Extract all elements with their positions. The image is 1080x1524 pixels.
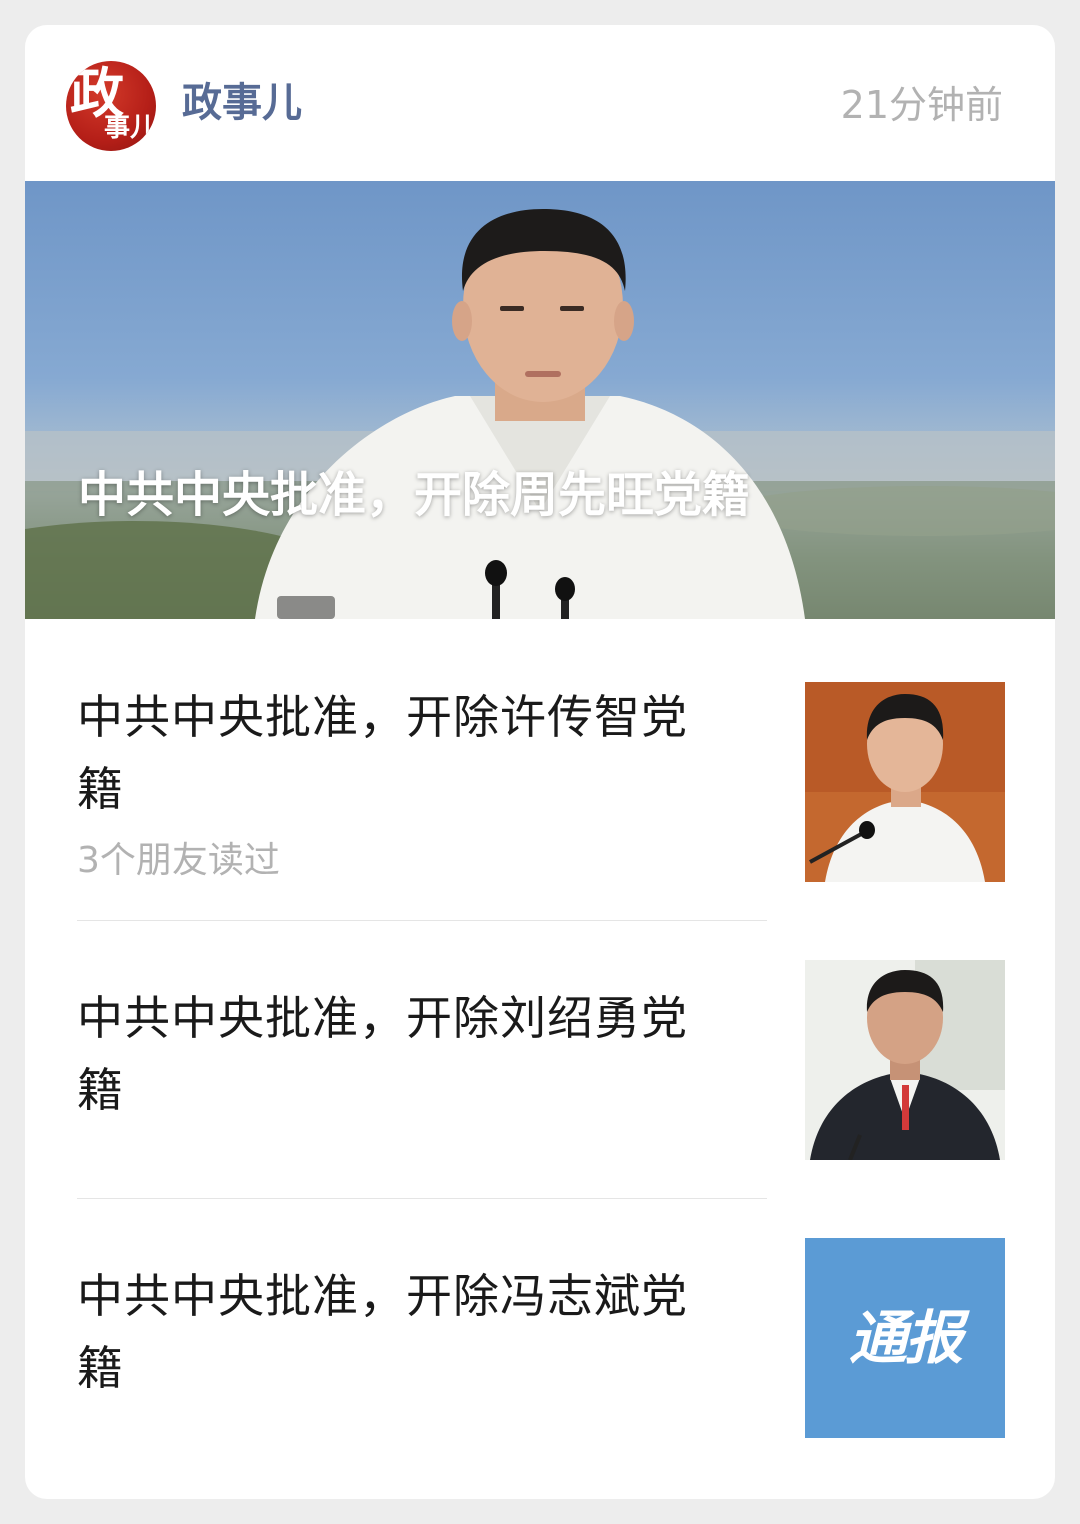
- article-thumbnail: [805, 960, 1005, 1160]
- account-logo[interactable]: 政 事儿: [66, 61, 156, 151]
- list-item[interactable]: 中共中央批准，开除许传智党 籍 3个朋友读过: [25, 619, 1055, 919]
- notice-badge-text: 通报: [848, 1304, 963, 1372]
- article-thumbnail: 通报: [805, 1238, 1005, 1438]
- article-title: 中共中央批准，开除冯志斌党 籍: [77, 1260, 777, 1404]
- list-item[interactable]: 中共中央批准，开除刘绍勇党 籍: [25, 920, 1055, 1198]
- hero-article[interactable]: 中共中央批准，开除周先旺党籍: [25, 181, 1055, 619]
- article-title-line: 籍: [77, 1063, 124, 1117]
- article-thumbnail: [805, 682, 1005, 882]
- article-title-line: 中共中央批准，开除冯志斌党: [77, 1269, 688, 1323]
- article-title-line: 中共中央批准，开除许传智党: [77, 690, 688, 744]
- article-title: 中共中央批准，开除刘绍勇党 籍: [77, 982, 777, 1126]
- article-title-line: 中共中央批准，开除刘绍勇党: [77, 991, 688, 1045]
- hero-title: 中共中央批准，开除周先旺党籍: [78, 467, 751, 523]
- article-title: 中共中央批准，开除许传智党 籍: [77, 681, 777, 825]
- article-card: 政 事儿 政事儿 21分钟前 中共中央批准，开除周先旺党籍 中共中央批准，开除许…: [25, 25, 1055, 1499]
- post-timestamp: 21分钟前: [840, 83, 1003, 127]
- card-header[interactable]: 政 事儿 政事儿 21分钟前: [25, 25, 1055, 181]
- logo-subtext: 事儿: [104, 113, 156, 143]
- friends-read-count: 3个朋友读过: [77, 840, 280, 881]
- list-item[interactable]: 中共中央批准，开除冯志斌党 籍 通报: [25, 1198, 1055, 1498]
- article-title-line: 籍: [77, 762, 124, 816]
- article-title-line: 籍: [77, 1341, 124, 1395]
- hero-photo: [25, 209, 1055, 619]
- account-name[interactable]: 政事儿: [182, 77, 302, 129]
